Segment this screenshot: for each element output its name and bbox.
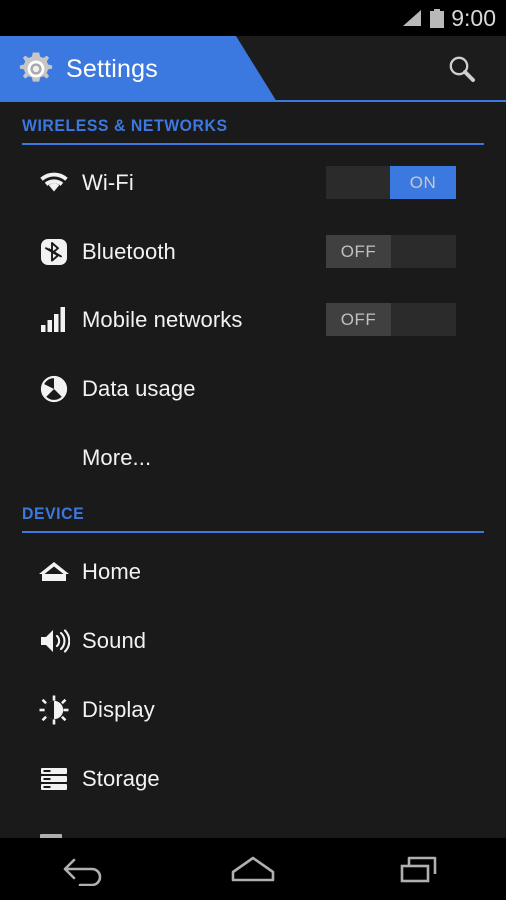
settings-row-label: Data usage xyxy=(82,376,196,401)
signal-bars-icon xyxy=(32,298,76,342)
nav-home-icon[interactable] xyxy=(208,838,298,900)
settings-row-label: Mobile networks xyxy=(82,307,243,332)
section-divider xyxy=(22,531,484,533)
settings-row-bluetooth[interactable]: Bluetooth OFF xyxy=(0,218,506,286)
bluetooth-toggle[interactable]: OFF xyxy=(326,235,456,268)
sound-speaker-icon xyxy=(32,619,76,663)
settings-row-label: More... xyxy=(82,445,152,470)
settings-row-home[interactable]: Home xyxy=(0,538,506,606)
system-navigation-bar xyxy=(0,838,506,900)
settings-row-mobile-networks[interactable]: Mobile networks OFF xyxy=(0,286,506,354)
wifi-icon xyxy=(32,161,76,205)
toggle-thumb-label: ON xyxy=(390,166,456,199)
settings-row-label: Display xyxy=(82,697,155,722)
android-settings-screen: 9:00 Settings WIRELESS & NETWORKS Wi-Fi … xyxy=(0,0,506,900)
settings-row-label: Home xyxy=(82,559,142,584)
settings-row-label: Wi-Fi xyxy=(82,170,134,195)
settings-row-more[interactable]: More... xyxy=(0,424,506,492)
settings-row-sound[interactable]: Sound xyxy=(0,607,506,675)
settings-list[interactable]: WIRELESS & NETWORKS Wi-Fi ON Bluetooth O… xyxy=(0,102,506,838)
page-title: Settings xyxy=(66,54,158,83)
status-bar-clock: 9:00 xyxy=(451,4,496,31)
toggle-track xyxy=(326,166,390,199)
status-bar: 9:00 xyxy=(0,0,506,36)
settings-row-label: Bluetooth xyxy=(82,239,176,264)
nav-recents-icon[interactable] xyxy=(377,838,467,900)
home-house-icon xyxy=(32,550,76,594)
battery-full-icon xyxy=(430,8,445,28)
nav-back-icon[interactable] xyxy=(39,838,129,900)
settings-row-storage[interactable]: Storage xyxy=(0,745,506,813)
toggle-track xyxy=(391,303,456,336)
settings-row-data-usage[interactable]: Data usage xyxy=(0,355,506,423)
settings-row-display[interactable]: Display xyxy=(0,676,506,744)
search-icon[interactable] xyxy=(436,36,488,102)
settings-gear-icon[interactable] xyxy=(16,49,56,89)
bluetooth-icon xyxy=(32,230,76,274)
storage-disks-icon xyxy=(32,757,76,801)
settings-row-label: Sound xyxy=(82,628,147,653)
settings-row-label: Storage xyxy=(82,766,160,791)
signal-bars-icon xyxy=(403,10,423,26)
toggle-thumb-label: OFF xyxy=(326,235,391,268)
toggle-track xyxy=(391,235,456,268)
action-bar: Settings xyxy=(0,36,506,102)
section-header-wireless: WIRELESS & NETWORKS xyxy=(22,116,484,145)
toggle-thumb-label: OFF xyxy=(326,303,391,336)
display-sun-icon xyxy=(32,688,76,732)
data-usage-pie-icon xyxy=(32,367,76,411)
settings-row-wifi[interactable]: Wi-Fi ON xyxy=(0,149,506,217)
wifi-toggle[interactable]: ON xyxy=(326,166,456,199)
section-header-device: DEVICE xyxy=(22,504,484,533)
section-divider xyxy=(22,143,484,145)
mobile-networks-toggle[interactable]: OFF xyxy=(326,303,456,336)
